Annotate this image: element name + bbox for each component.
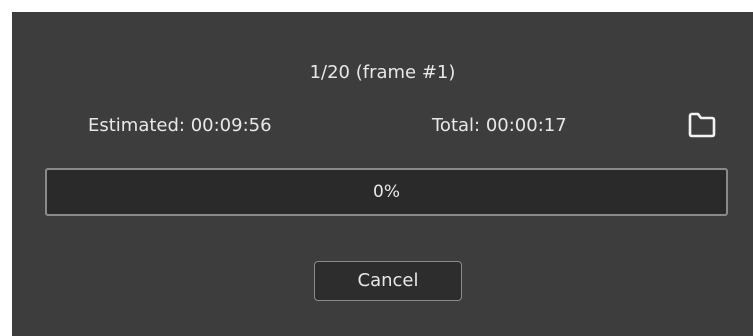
render-progress-bar: 0%	[45, 168, 728, 216]
total-time: Total: 00:00:17	[432, 115, 567, 136]
folder-icon	[688, 112, 716, 138]
render-progress-dialog: 1/20 (frame #1) Estimated: 00:09:56 Tota…	[12, 12, 753, 336]
estimated-time: Estimated: 00:09:56	[88, 115, 272, 136]
open-folder-button[interactable]	[687, 111, 717, 139]
frame-counter: 1/20 (frame #1)	[309, 62, 456, 83]
progress-percent: 0%	[373, 182, 400, 202]
cancel-button[interactable]: Cancel	[314, 261, 462, 301]
